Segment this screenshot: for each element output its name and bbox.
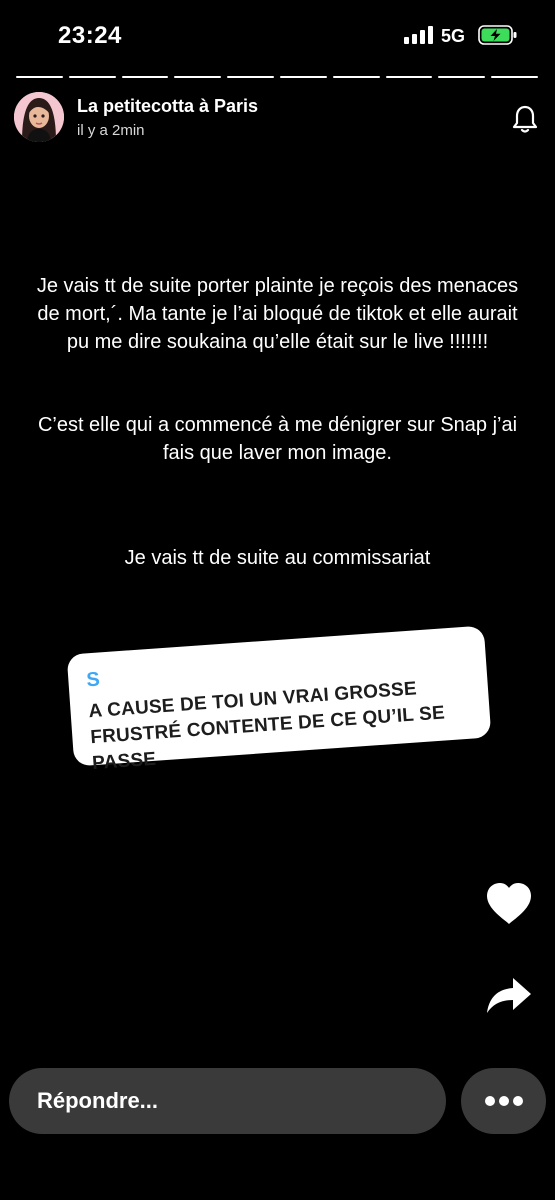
- story-paragraph: Je vais tt de suite au commissariat: [124, 547, 431, 569]
- story-timestamp: il y a 2min: [77, 122, 145, 139]
- question-sender-initial: S: [85, 668, 101, 692]
- progress-segment: [385, 76, 433, 78]
- progress-segment: [279, 76, 327, 78]
- progress-segment: [68, 76, 116, 78]
- status-time: 23:24: [58, 22, 122, 49]
- heart-icon[interactable]: [485, 882, 533, 931]
- progress-segment: [491, 76, 538, 78]
- story-author[interactable]: La petitecotta à Paris: [77, 96, 258, 117]
- story-header: La petitecotta à Paris il y a 2min: [14, 92, 544, 144]
- progress-segment: [174, 76, 222, 78]
- avatar[interactable]: [14, 92, 64, 142]
- reply-input[interactable]: Répondre...: [9, 1068, 446, 1134]
- reply-placeholder: Répondre...: [37, 1088, 159, 1113]
- more-icon: [484, 1096, 523, 1106]
- status-bar: 23:24 5G: [0, 0, 555, 72]
- signal-icon: [404, 26, 433, 44]
- story-paragraph: Je vais tt de suite porter plainte je re…: [36, 275, 519, 353]
- bell-icon[interactable]: [511, 104, 539, 139]
- progress-segment: [227, 76, 274, 78]
- more-button[interactable]: [461, 1068, 546, 1134]
- progress-segment: [332, 76, 380, 78]
- story-paragraph: C’est elle qui a commencé à me dénigrer …: [37, 414, 518, 464]
- battery-charging-icon: [478, 24, 518, 51]
- progress-segment: [16, 76, 63, 78]
- network-type: 5G: [441, 26, 466, 46]
- question-text: A CAUSE DE TOI UN VRAI GROSSE FRUSTRÉ CO…: [87, 678, 446, 775]
- question-sticker[interactable]: S A CAUSE DE TOI UN VRAI GROSSE FRUSTRÉ …: [66, 625, 492, 774]
- story-progress-bar: [16, 76, 538, 78]
- share-icon[interactable]: [485, 976, 533, 1021]
- progress-segment: [438, 76, 486, 78]
- progress-segment: [121, 76, 169, 78]
